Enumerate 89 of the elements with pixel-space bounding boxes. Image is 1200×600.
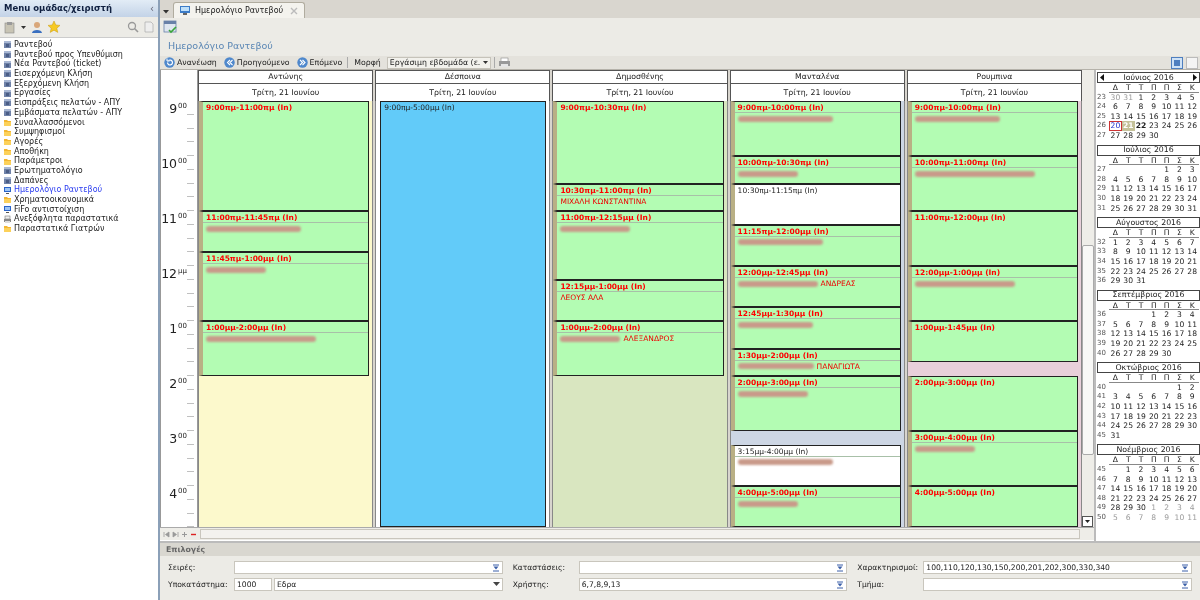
hour-label: 12: [161, 267, 178, 280]
folder-icon: [3, 146, 12, 156]
sidebar-item[interactable]: Ραντεβού: [0, 40, 158, 50]
module-icon: [3, 108, 12, 118]
module-icon: [3, 98, 12, 108]
redacted-text: [737, 500, 798, 507]
sidebar-item[interactable]: Ανεξόφλητα παραστατικά: [0, 214, 158, 225]
redacted-text: [914, 445, 975, 452]
sidebar-item[interactable]: Ημερολόγιο Ραντεβού: [0, 185, 158, 195]
printer-icon[interactable]: [498, 57, 512, 68]
sidebar-item[interactable]: Αγορές: [0, 136, 158, 147]
caret-icon[interactable]: [492, 582, 500, 587]
sidebar-item[interactable]: Παραστατικά Γιατρών: [0, 224, 158, 234]
sidebar-title: Menu ομάδας/χειριστή: [4, 2, 113, 15]
lookup-icon[interactable]: [1181, 563, 1189, 572]
sidebar-item[interactable]: FiFo αντιστοίχιση: [0, 204, 158, 215]
sidebar-item[interactable]: Νέα Ραντεβού (ticket): [0, 59, 158, 70]
module-icon: [3, 50, 12, 60]
module-icon: [3, 69, 12, 79]
collapse-button[interactable]: ‹: [150, 3, 154, 14]
folder-icon: [3, 224, 12, 234]
page-title: Ημερολόγιο Ραντεβού: [168, 38, 273, 53]
clipboard-icon[interactable]: [4, 20, 16, 34]
monitor-icon: [3, 205, 12, 215]
redacted-text: [560, 225, 631, 232]
next-icon[interactable]: [1192, 74, 1197, 81]
redacted-text: [737, 390, 808, 397]
redacted-text: [206, 266, 266, 273]
hour-label: 1: [169, 322, 178, 335]
sidebar-item[interactable]: Εξερχόμενη Κλήση: [0, 78, 158, 89]
printer-icon: [3, 214, 12, 224]
search-icon[interactable]: [127, 21, 139, 33]
previous-icon[interactable]: [1100, 74, 1105, 81]
folder-icon: [3, 137, 12, 147]
lookup-icon[interactable]: [1181, 580, 1189, 589]
user-icon[interactable]: [31, 20, 43, 34]
hour-label: 4: [169, 487, 178, 500]
folder-icon: [3, 127, 12, 137]
hour-label: 11: [161, 212, 178, 225]
sidebar-item[interactable]: Συμψηφισμοί: [0, 127, 158, 137]
module-icon: [3, 79, 12, 89]
redacted-text: [560, 335, 621, 342]
lookup-icon[interactable]: [836, 580, 845, 589]
hour-label: 10: [161, 157, 178, 170]
first-icon[interactable]: [163, 530, 170, 538]
add-icon[interactable]: [181, 530, 188, 538]
sidebar-item[interactable]: Συναλλασσόμενοι: [0, 117, 158, 128]
previous-icon: [223, 57, 235, 68]
input-field[interactable]: [923, 578, 1192, 591]
module-icon: [3, 175, 12, 185]
view-icon[interactable]: [1171, 56, 1183, 69]
lookup-icon[interactable]: [491, 563, 500, 572]
folder-icon: [3, 156, 12, 166]
sidebar-item[interactable]: Εισπράξεις πελατών - ΑΠΥ: [0, 98, 158, 108]
scroll-down-icon[interactable]: [1082, 516, 1094, 528]
sidebar-item[interactable]: Παράμετροι: [0, 156, 158, 166]
horizontal-scrollbar[interactable]: [200, 529, 1080, 540]
refresh-icon: [164, 57, 175, 68]
sidebar-item[interactable]: Χρηματοοικονομικά: [0, 195, 158, 205]
module-icon: [3, 166, 12, 176]
calendar-check-icon[interactable]: [163, 20, 177, 34]
last-icon[interactable]: [172, 530, 179, 538]
caret-icon: [483, 60, 489, 65]
folder-icon: [3, 195, 12, 205]
lookup-icon[interactable]: [836, 563, 845, 572]
monitor-icon: [3, 185, 12, 195]
sidebar-item[interactable]: Εισερχόμενη Κλήση: [0, 69, 158, 79]
hour-label: 2: [169, 377, 178, 390]
close-icon[interactable]: [290, 6, 298, 15]
module-icon: [3, 40, 12, 50]
folder-icon: [3, 117, 12, 127]
vertical-scrollbar[interactable]: [1082, 101, 1094, 528]
caret-icon[interactable]: [21, 24, 26, 30]
sidebar-item[interactable]: Αποθήκη: [0, 146, 158, 157]
redacted-text: [737, 170, 798, 177]
sidebar-item[interactable]: Ραντεβού προς Υπενθύμιση: [0, 49, 158, 60]
monitor-icon: [180, 6, 190, 15]
sidebar-item[interactable]: Εμβάσματα πελατών - ΑΠΥ: [0, 107, 158, 118]
sidebar-item[interactable]: Ερωτηματολόγιο: [0, 165, 158, 176]
view-icon[interactable]: [1186, 56, 1198, 69]
hour-label: 3: [169, 432, 178, 445]
star-icon[interactable]: [48, 21, 60, 33]
module-icon: [3, 88, 12, 98]
input-field[interactable]: [234, 561, 503, 574]
hour-label: 9: [169, 102, 178, 115]
input-field[interactable]: [578, 561, 848, 574]
document-tab[interactable]: Ημερολόγιο Ραντεβού: [173, 2, 305, 18]
module-icon: [3, 59, 12, 69]
next-icon: [296, 57, 308, 68]
